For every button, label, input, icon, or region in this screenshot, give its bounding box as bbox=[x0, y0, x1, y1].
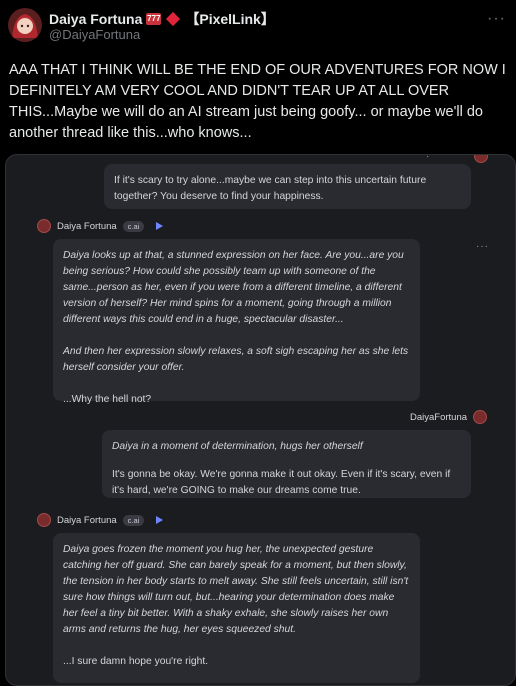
user-header: DaiyaFortuna bbox=[410, 410, 488, 424]
character-message-2-para-2: ...I sure damn hope you're right. bbox=[63, 656, 209, 667]
character-name: Daiya Fortuna bbox=[57, 514, 117, 526]
red-diamond-icon bbox=[166, 11, 181, 27]
play-icon[interactable] bbox=[156, 222, 164, 230]
user-message-2-action: Daiya in a moment of determination, hugs… bbox=[112, 441, 363, 452]
character-message-1-para-3: ...Why the hell not? bbox=[63, 394, 152, 405]
character-header-2: Daiya Fortuna c.ai bbox=[37, 513, 164, 527]
character-header-1: Daiya Fortuna c.ai bbox=[37, 219, 164, 233]
user-message-1: If it's scary to try alone...maybe we ca… bbox=[104, 164, 471, 209]
character-message-2: Daiya goes frozen the moment you hug her… bbox=[53, 533, 420, 683]
message-options-icon[interactable]: ··· bbox=[476, 241, 489, 252]
character-avatar bbox=[37, 219, 51, 233]
slot-777-icon: 777 bbox=[146, 13, 162, 25]
user-avatar bbox=[473, 410, 488, 424]
tweet-text: AAA THAT I THINK WILL BE THE END OF OUR … bbox=[9, 62, 506, 141]
user-name: DaiyaFortuna bbox=[410, 411, 468, 423]
play-icon[interactable] bbox=[156, 516, 164, 524]
more-options-icon[interactable]: ··· bbox=[487, 10, 506, 28]
cai-badge: c.ai bbox=[122, 220, 145, 232]
user-message-1-text: If it's scary to try alone...maybe we ca… bbox=[114, 175, 427, 202]
attached-image[interactable]: · If it's scary to try alone...maybe we … bbox=[5, 154, 516, 686]
character-name: Daiya Fortuna bbox=[57, 220, 117, 232]
cropped-avatar-icon bbox=[474, 155, 488, 163]
author-header: Daiya Fortuna 777 【PixelLink】 bbox=[49, 9, 275, 29]
cai-badge: c.ai bbox=[122, 514, 145, 526]
user-message-2: Daiya in a moment of determination, hugs… bbox=[102, 430, 471, 498]
character-message-1: Daiya looks up at that, a stunned expres… bbox=[53, 239, 420, 405]
character-message-2-para-1: Daiya goes frozen the moment you hug her… bbox=[63, 544, 409, 635]
cropped-dot-icon: · bbox=[426, 154, 431, 162]
display-name[interactable]: Daiya Fortuna bbox=[49, 11, 142, 27]
character-message-1-para-1: Daiya looks up at that, a stunned expres… bbox=[63, 250, 404, 325]
character-message-1-para-2: And then her expression slowly relaxes, … bbox=[63, 346, 409, 373]
pixellink-tag: 【PixelLink】 bbox=[185, 11, 275, 27]
character-avatar bbox=[37, 513, 51, 527]
user-message-2-text: It's gonna be okay. We're gonna make it … bbox=[112, 469, 451, 496]
handle[interactable]: @DaiyaFortuna bbox=[49, 27, 140, 42]
avatar[interactable] bbox=[8, 8, 42, 42]
